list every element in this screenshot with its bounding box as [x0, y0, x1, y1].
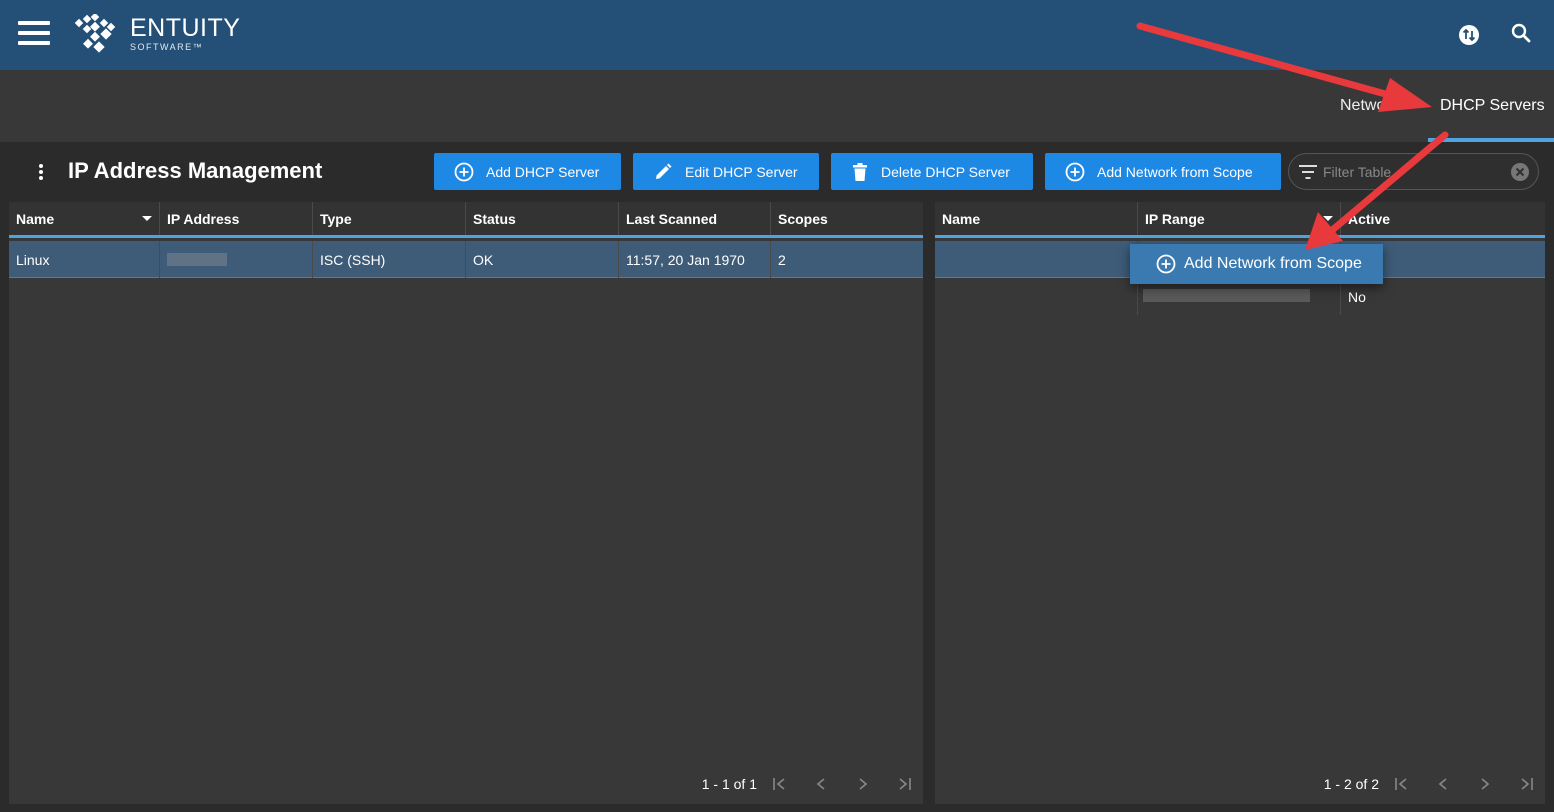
filter-table-input[interactable]	[1323, 163, 1503, 181]
edit-dhcp-server-button[interactable]: Edit DHCP Server	[633, 153, 819, 190]
cell-type: ISC (SSH)	[313, 241, 466, 278]
pagination: 1 - 1 of 1	[702, 774, 913, 794]
prev-page-icon[interactable]	[813, 776, 829, 792]
context-menu-add-network-from-scope[interactable]: Add Network from Scope	[1130, 244, 1383, 284]
sort-descending-icon[interactable]	[1323, 216, 1333, 221]
cell-last-scanned: 11:57, 20 Jan 1970	[619, 241, 771, 278]
add-dhcp-server-label: Add DHCP Server	[486, 163, 600, 180]
edit-dhcp-server-label: Edit DHCP Server	[685, 163, 798, 180]
last-page-icon[interactable]	[1519, 776, 1535, 792]
add-network-from-scope-label: Add Network from Scope	[1097, 163, 1253, 180]
column-header-status[interactable]: Status	[466, 202, 619, 235]
cell-name	[935, 278, 1138, 315]
prev-page-icon[interactable]	[1435, 776, 1451, 792]
column-header-name[interactable]: Name	[935, 202, 1138, 235]
next-page-icon[interactable]	[855, 776, 871, 792]
column-header-last-scanned[interactable]: Last Scanned	[619, 202, 771, 235]
context-menu-label: Add Network from Scope	[1184, 255, 1362, 272]
delete-dhcp-server-button[interactable]: Delete DHCP Server	[831, 153, 1033, 190]
table-header: Name IP Range Active	[935, 202, 1545, 238]
brand-name: ENTUITY	[130, 14, 241, 42]
cell-scopes: 2	[778, 252, 786, 268]
cell-name	[935, 241, 1138, 278]
first-page-icon[interactable]	[1393, 776, 1409, 792]
scopes-table: Name IP Range Active No 1 - 2 of 2	[935, 202, 1545, 804]
page-title: IP Address Management	[68, 158, 323, 183]
pagination-text: 1 - 1 of 1	[701, 776, 757, 792]
search-icon[interactable]	[1510, 22, 1532, 44]
add-circle-icon	[1156, 254, 1176, 274]
tab-dhcp-servers[interactable]: DHCP Servers	[1440, 97, 1545, 115]
pagination-text: 1 - 2 of 2	[1323, 776, 1379, 792]
redacted-ip-range	[1143, 289, 1310, 302]
pagination: 1 - 2 of 2	[1324, 774, 1535, 794]
add-dhcp-server-button[interactable]: Add DHCP Server	[434, 153, 621, 190]
page-header: IP Address Management Add DHCP Server Ed…	[0, 142, 1554, 202]
column-label: IP Range	[1145, 211, 1205, 227]
filter-table-box	[1288, 153, 1539, 190]
filter-icon	[1299, 165, 1317, 179]
column-header-active[interactable]: Active	[1341, 202, 1545, 235]
column-header-ip-range[interactable]: IP Range	[1138, 202, 1341, 235]
table-header: Name IP Address Type Status Last Scanned…	[9, 202, 923, 238]
sync-icon[interactable]	[1458, 24, 1480, 46]
nav-tab-strip: Network DHCP Servers	[0, 70, 1554, 142]
brand-subtitle: SOFTWARE™	[130, 42, 204, 52]
redacted-ip	[167, 253, 227, 266]
last-page-icon[interactable]	[897, 776, 913, 792]
brand: ENTUITY SOFTWARE™	[130, 14, 240, 52]
cell-ip-address	[160, 241, 313, 278]
tab-network[interactable]: Network	[1340, 97, 1399, 115]
clear-icon[interactable]	[1510, 162, 1530, 182]
next-page-icon[interactable]	[1477, 776, 1493, 792]
pencil-icon	[656, 163, 672, 179]
column-label: Name	[16, 211, 55, 227]
column-header-ip-address[interactable]: IP Address	[160, 202, 313, 235]
top-app-bar: ENTUITY SOFTWARE™	[0, 0, 1554, 70]
add-network-from-scope-button[interactable]: Add Network from Scope	[1045, 153, 1281, 190]
column-header-name[interactable]: Name	[9, 202, 160, 235]
entuity-logo-icon	[74, 14, 116, 53]
kebab-icon[interactable]	[36, 164, 46, 182]
trash-icon	[853, 162, 867, 181]
delete-dhcp-server-label: Delete DHCP Server	[881, 163, 1010, 180]
add-circle-icon	[1065, 162, 1085, 181]
column-header-scopes[interactable]: Scopes	[771, 202, 923, 235]
add-circle-icon	[454, 162, 474, 181]
first-page-icon[interactable]	[771, 776, 787, 792]
dhcp-servers-table: Name IP Address Type Status Last Scanned…	[9, 202, 923, 804]
menu-icon[interactable]	[18, 21, 50, 45]
cell-status: OK	[466, 241, 619, 278]
table-row[interactable]: Linux ISC (SSH) OK 11:57, 20 Jan 1970 2	[9, 241, 923, 278]
sort-descending-icon[interactable]	[142, 216, 152, 221]
cell-name: Linux	[9, 241, 160, 278]
column-header-type[interactable]: Type	[313, 202, 466, 235]
